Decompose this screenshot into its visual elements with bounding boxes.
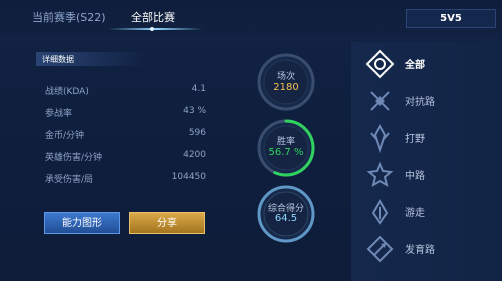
nav-label: 对抗路 [405, 97, 435, 108]
nav-label: 游走 [405, 208, 425, 219]
mid-lane-icon [366, 161, 394, 188]
nav-item-farm-lane[interactable]: 发育路 [351, 231, 502, 267]
stat-row: 金币/分钟 596 [36, 128, 214, 142]
score-ring: 综合得分 64.5 [256, 184, 316, 244]
stat-row: 英雄伤害/分钟 4200 [36, 150, 214, 164]
stat-value: 596 [188, 128, 206, 138]
all-roles-icon [365, 49, 395, 79]
matches-value: 2180 [273, 82, 299, 93]
stat-label: 英雄伤害/分钟 [45, 153, 103, 163]
stat-value: 104450 [171, 172, 206, 182]
role-nav: 全部 对抗路 打野 中路 游走 发育路 [351, 42, 502, 281]
nav-item-roam[interactable]: 游走 [351, 194, 502, 230]
farm-lane-icon [366, 235, 394, 263]
stat-row: 承受伤害/局 104450 [36, 172, 214, 186]
jungle-icon [370, 123, 390, 153]
stat-label: 金币/分钟 [45, 131, 85, 141]
stat-value: 4200 [183, 150, 206, 160]
details-panel: 详细数据 战绩(KDA) 4.1 参战率 43 % 金币/分钟 596 英雄伤害… [36, 52, 214, 238]
career-stats-screen: 当前赛季(S22) 全部比赛 5V5 详细数据 战绩(KDA) 4.1 参战率 … [0, 0, 502, 281]
details-section-header: 详细数据 [36, 52, 146, 66]
matches-label: 场次 [276, 72, 295, 82]
nav-label: 全部 [405, 60, 425, 71]
stat-row: 参战率 43 % [36, 106, 214, 120]
nav-item-mid-lane[interactable]: 中路 [351, 157, 502, 193]
nav-label: 中路 [405, 171, 425, 182]
roam-icon [371, 199, 389, 225]
share-button[interactable]: 分享 [129, 212, 205, 234]
active-tab-dot [150, 27, 154, 31]
top-bar: 当前赛季(S22) 全部比赛 5V5 [0, 0, 502, 34]
matches-ring: 场次 2180 [256, 52, 316, 112]
stat-row: 战绩(KDA) 4.1 [36, 84, 214, 98]
stat-label: 承受伤害/局 [45, 175, 94, 185]
stat-value: 4.1 [191, 84, 206, 94]
nav-label: 发育路 [405, 245, 435, 256]
details-section-title: 详细数据 [42, 55, 74, 64]
stat-label: 战绩(KDA) [45, 87, 89, 97]
winrate-ring: 胜率 56.7 % [256, 118, 316, 178]
tab-current-season[interactable]: 当前赛季(S22) [32, 9, 106, 25]
nav-item-all[interactable]: 全部 [351, 46, 502, 82]
active-tab-indicator [108, 28, 203, 30]
mode-select[interactable]: 5V5 [406, 9, 496, 28]
winrate-value: 56.7 % [268, 147, 304, 158]
nav-item-clash-lane[interactable]: 对抗路 [351, 83, 502, 119]
winrate-label: 胜率 [276, 137, 295, 147]
stat-value: 43 % [183, 106, 206, 116]
stat-label: 参战率 [45, 109, 73, 119]
nav-label: 打野 [405, 134, 425, 145]
clash-lane-icon [370, 91, 390, 111]
tab-all-matches[interactable]: 全部比赛 [131, 9, 175, 25]
ability-graph-button[interactable]: 能力图形 [44, 212, 120, 234]
mode-select-value: 5V5 [440, 13, 462, 24]
nav-item-jungle[interactable]: 打野 [351, 120, 502, 156]
score-value: 64.5 [274, 213, 298, 224]
